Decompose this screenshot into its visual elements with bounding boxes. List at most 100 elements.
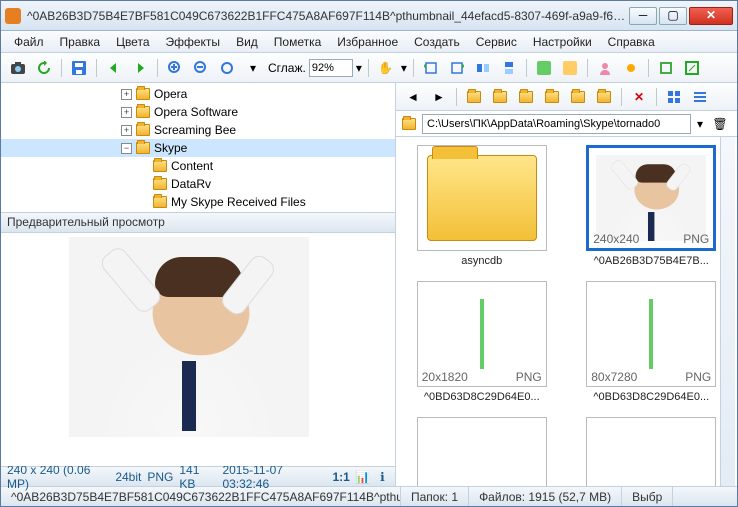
tree-item[interactable]: + Opera: [1, 85, 395, 103]
thumb-name: asyncdb: [461, 255, 502, 267]
view-grid-icon[interactable]: [663, 86, 685, 108]
folder-home-icon[interactable]: [489, 86, 511, 108]
tree-item[interactable]: +Opera Software: [1, 103, 395, 121]
tree-item[interactable]: DataRv: [1, 175, 395, 193]
tree-item[interactable]: +Screaming Bee: [1, 121, 395, 139]
thumb-image[interactable]: [574, 417, 730, 486]
folder-icon: [153, 196, 167, 208]
menu-file[interactable]: Файл: [7, 33, 51, 51]
zoom-in-icon[interactable]: [164, 57, 186, 79]
close-button[interactable]: ✕: [689, 7, 733, 25]
back-icon[interactable]: [103, 57, 125, 79]
main-toolbar: ▾ Сглаж. ▾ ✋ ▾: [1, 53, 737, 83]
flip-h-icon[interactable]: [472, 57, 494, 79]
menu-edit[interactable]: Правка: [53, 33, 108, 51]
thumb-dims: 80x7280: [591, 370, 637, 384]
path-dropdown[interactable]: ▾: [697, 117, 703, 131]
folder-up-icon[interactable]: [463, 86, 485, 108]
flip-v-icon[interactable]: [498, 57, 520, 79]
tree-label: DataRv: [171, 177, 211, 191]
forward-icon[interactable]: [129, 57, 151, 79]
maximize-button[interactable]: ▢: [659, 7, 687, 25]
titlebar: ^0AB26B3D75B4E7BF581C049C673622B1FFC475A…: [1, 1, 737, 31]
status-files: Файлов: 1915 (52,7 MB): [469, 487, 622, 506]
preview-header: Предварительный просмотр: [1, 213, 395, 233]
save-icon[interactable]: [68, 57, 90, 79]
thumb-image[interactable]: [404, 417, 560, 486]
menu-effects[interactable]: Эффекты: [159, 33, 228, 51]
tool-a-icon[interactable]: [533, 57, 555, 79]
thumb-fmt: PNG: [516, 370, 542, 384]
status-path: ^0AB26B3D75B4E7BF581C049C673622B1FFC475A…: [1, 487, 401, 506]
thumb-image[interactable]: 20x1820PNG ^0BD63D8C29D64E0...: [404, 281, 560, 403]
folder-tree[interactable]: + Opera +Opera Software +Screaming Bee −S…: [1, 83, 395, 213]
hand-icon[interactable]: ✋: [375, 57, 397, 79]
menu-service[interactable]: Сервис: [469, 33, 524, 51]
menu-help[interactable]: Справка: [601, 33, 662, 51]
zoom-dropdown-icon[interactable]: ▾: [242, 57, 264, 79]
info-icon[interactable]: ℹ: [376, 470, 389, 484]
thumb-image-selected[interactable]: 240x240PNG ^0AB26B3D75B4E7B...: [574, 145, 730, 267]
preview-infobar: 240 x 240 (0.06 MP) 24bit PNG 141 KB 201…: [1, 466, 395, 486]
menu-create[interactable]: Создать: [407, 33, 467, 51]
folder-icon: [136, 88, 150, 100]
view-list-icon[interactable]: [689, 86, 711, 108]
crop-icon[interactable]: [655, 57, 677, 79]
path-row: ▾ 🗑: [396, 111, 737, 137]
expand-icon[interactable]: +: [121, 107, 132, 118]
histogram-icon[interactable]: 📊: [356, 470, 370, 484]
folder-large-icon: [427, 155, 537, 241]
menu-settings[interactable]: Настройки: [526, 33, 599, 51]
hand-dropdown[interactable]: ▾: [401, 61, 407, 75]
tree-item-skype[interactable]: −Skype: [1, 139, 395, 157]
status-folders: Папок: 1: [401, 487, 469, 506]
zoom-out-icon[interactable]: [190, 57, 212, 79]
expand-icon[interactable]: +: [121, 125, 132, 136]
tree-item[interactable]: Content: [1, 157, 395, 175]
rotate-right-icon[interactable]: [446, 57, 468, 79]
thumb-name: ^0BD63D8C29D64E0...: [593, 391, 709, 403]
status-selection: Выбр: [622, 487, 673, 506]
tool-b-icon[interactable]: [559, 57, 581, 79]
folder-fav-icon[interactable]: [515, 86, 537, 108]
nav-back-icon[interactable]: ◄: [402, 86, 424, 108]
menu-mark[interactable]: Пометка: [267, 33, 329, 51]
thumb-folder[interactable]: asyncdb: [404, 145, 560, 267]
preview-image: [69, 237, 309, 437]
zoom-dropdown[interactable]: ▾: [356, 61, 362, 75]
folder-icon: [153, 178, 167, 190]
collapse-icon[interactable]: −: [121, 143, 132, 154]
path-input[interactable]: [422, 114, 691, 134]
refresh-icon[interactable]: [33, 57, 55, 79]
sun-icon[interactable]: [620, 57, 642, 79]
tree-label: My Skype Received Files: [171, 195, 306, 209]
smooth-label: Сглаж.: [268, 61, 306, 75]
menu-favorites[interactable]: Избранное: [330, 33, 405, 51]
folder-open-icon[interactable]: [567, 86, 589, 108]
folder-mark-icon[interactable]: [593, 86, 615, 108]
menu-view[interactable]: Вид: [229, 33, 265, 51]
tree-item[interactable]: My Skype Received Files: [1, 193, 395, 211]
zoom-input[interactable]: [309, 59, 353, 77]
camera-icon[interactable]: [7, 57, 29, 79]
folder-icon: [136, 142, 150, 154]
tree-label: Opera: [154, 87, 187, 101]
folder-new-icon[interactable]: [541, 86, 563, 108]
minimize-button[interactable]: ─: [629, 7, 657, 25]
thumb-image[interactable]: 80x7280PNG ^0BD63D8C29D64E0...: [574, 281, 730, 403]
trash-icon[interactable]: 🗑: [709, 113, 731, 135]
resize-icon[interactable]: [681, 57, 703, 79]
preview-pane[interactable]: [1, 233, 395, 466]
rotate-left-icon[interactable]: [420, 57, 442, 79]
zoom-fit-icon[interactable]: [216, 57, 238, 79]
thumb-dims: 240x240: [593, 232, 639, 246]
expand-icon[interactable]: +: [121, 89, 132, 100]
folder-icon: [402, 118, 416, 130]
nav-forward-icon[interactable]: ►: [428, 86, 450, 108]
app-icon: [5, 8, 21, 24]
delete-icon[interactable]: ✕: [628, 86, 650, 108]
person-icon[interactable]: [594, 57, 616, 79]
thumbnail-grid[interactable]: asyncdb 240x240PNG ^0AB26B3D75B4E7B... 2…: [396, 137, 737, 486]
thumb-dims: 20x1820: [422, 370, 468, 384]
menu-colors[interactable]: Цвета: [109, 33, 156, 51]
